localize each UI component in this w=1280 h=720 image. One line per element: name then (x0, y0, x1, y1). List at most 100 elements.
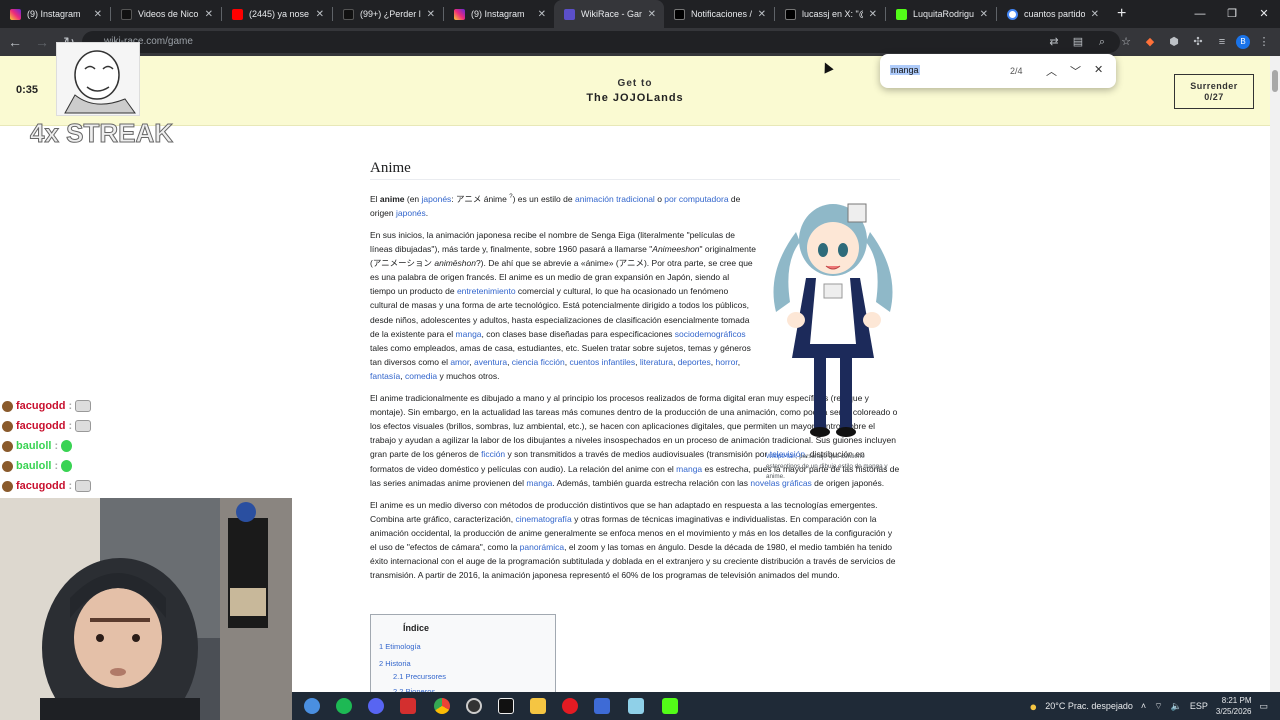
notification-icon[interactable]: ▭ (1259, 701, 1268, 712)
restore-button[interactable]: ❐ (1216, 0, 1248, 28)
link[interactable]: amor (450, 357, 469, 367)
extension-fox-icon[interactable]: ◆ (1140, 32, 1160, 52)
browser-tab[interactable]: (99+) ¿Perder la f✕ (333, 0, 443, 28)
language-indicator[interactable]: ESP (1190, 701, 1208, 711)
translate-icon[interactable]: ⇄ (1044, 32, 1064, 52)
toc-item[interactable]: 2 Historia (379, 659, 411, 668)
chat-avatar (2, 460, 13, 472)
app-icon[interactable] (498, 698, 514, 714)
close-window-button[interactable]: ✕ (1248, 0, 1280, 28)
browser-tab[interactable]: LuquitaRodrigue ✕ (886, 0, 996, 28)
app-icon[interactable] (628, 698, 644, 714)
link[interactable]: panorámica (520, 542, 564, 552)
link[interactable]: sociodemográficos (675, 329, 746, 339)
close-icon[interactable]: ✕ (758, 9, 766, 20)
system-clock[interactable]: 8:21 PM 3/25/2026 (1216, 695, 1252, 717)
browser-tab[interactable]: (2445) ya nose lo✕ (222, 0, 332, 28)
chat-avatar (2, 420, 13, 432)
paragraph: En sus inicios, la animación japonesa re… (370, 230, 756, 381)
link[interactable]: deportes (678, 357, 711, 367)
extension-icon[interactable]: ⬢ (1164, 32, 1184, 52)
page-icon[interactable]: ▤ (1068, 32, 1088, 52)
link[interactable]: Wikipe-tan (766, 453, 796, 460)
close-icon[interactable]: ✕ (538, 9, 546, 20)
link[interactable]: japonés (396, 208, 426, 218)
opera-icon[interactable] (562, 698, 578, 714)
toc-item[interactable]: 2.1 Precursores (393, 672, 446, 681)
back-button[interactable]: ← (3, 30, 27, 54)
scroll-thumb[interactable] (1272, 70, 1278, 92)
browser-tab-active[interactable]: WikiRace - Game✕ (554, 0, 664, 28)
obs-icon[interactable] (466, 698, 482, 714)
find-input[interactable]: manga (890, 65, 920, 75)
browser-tab[interactable]: (9) Instagram ✕ (0, 0, 110, 28)
link[interactable]: manga (526, 478, 552, 488)
chrome-icon[interactable] (434, 698, 450, 714)
bookmark-star-icon[interactable]: ☆ (1116, 32, 1136, 52)
voicemeeter-icon[interactable] (400, 698, 416, 714)
kick-icon[interactable] (662, 698, 678, 714)
toc-item[interactable]: 1 Etimología (379, 642, 421, 651)
browser-tab[interactable]: lucassj en X: "@l✕ (775, 0, 885, 28)
link[interactable]: fantasía (370, 371, 400, 381)
chat-avatar (2, 400, 13, 412)
surrender-button[interactable]: Surrender 0/27 (1174, 74, 1254, 109)
forward-button[interactable]: → (30, 30, 54, 54)
link[interactable]: ciencia ficción (512, 357, 565, 367)
find-next-icon[interactable]: ﹀ (1070, 63, 1081, 79)
volume-icon[interactable]: 🔈 (1171, 701, 1182, 712)
link[interactable]: entretenimiento (457, 286, 516, 296)
address-bar[interactable]: wiki-race.com/game (82, 31, 1120, 53)
link[interactable]: animación tradicional (575, 194, 655, 204)
copilot-icon[interactable] (304, 698, 320, 714)
close-icon[interactable]: ✕ (94, 9, 102, 20)
close-icon[interactable]: ✕ (648, 9, 656, 20)
weather-text[interactable]: 20°C Prac. despejado (1045, 701, 1133, 711)
link[interactable]: manga (676, 464, 702, 474)
close-icon[interactable]: ✕ (869, 9, 877, 20)
close-icon[interactable]: ✕ (980, 9, 988, 20)
minimize-button[interactable]: — (1184, 0, 1216, 28)
browser-tab[interactable]: (9) Instagram ✕ (444, 0, 554, 28)
browser-toolbar: ← → ↻ wiki-race.com/game ⇄ ▤ ⌕ ☆ ◆ ⬢ ✣ ≡… (0, 28, 1280, 56)
tray-chevron-icon[interactable]: ˄ (1141, 701, 1146, 711)
link[interactable]: cinematografía (516, 514, 572, 524)
new-tab-button[interactable]: + (1107, 5, 1136, 23)
link[interactable]: por computadora (664, 194, 728, 204)
file-explorer-icon[interactable] (530, 698, 546, 714)
menu-icon[interactable]: ⋮ (1254, 32, 1274, 52)
close-icon[interactable]: ✕ (427, 9, 435, 20)
find-previous-icon[interactable]: ︿ (1046, 63, 1057, 79)
discord-icon[interactable] (368, 698, 384, 714)
close-icon[interactable]: ✕ (205, 9, 213, 20)
link[interactable]: horror (716, 357, 738, 367)
profile-avatar[interactable]: B (1236, 35, 1250, 49)
find-close-icon[interactable]: ✕ (1094, 63, 1103, 76)
browser-tab[interactable]: cuantos partidos ✕ (997, 0, 1107, 28)
paragraph: El anime es un medio diverso con métodos… (370, 499, 896, 581)
link[interactable]: manga (456, 329, 482, 339)
link[interactable]: ficción (481, 449, 505, 459)
article-title: Anime (370, 160, 900, 180)
page-scrollbar[interactable] (1270, 56, 1280, 692)
link[interactable]: literatura (640, 357, 673, 367)
wikipe-tan-image[interactable] (766, 192, 900, 448)
app-icon[interactable] (594, 698, 610, 714)
chat-emote (75, 480, 92, 492)
spotify-icon[interactable] (336, 698, 352, 714)
link[interactable]: comedia (405, 371, 437, 381)
chat-message: facugodd: (2, 416, 122, 436)
media-icon[interactable]: ≡ (1212, 32, 1232, 52)
link[interactable]: japonés (422, 194, 452, 204)
chat-message: facugodd: (2, 396, 122, 416)
browser-tab[interactable]: Notificaciones / X✕ (664, 0, 774, 28)
close-icon[interactable]: ✕ (1091, 9, 1099, 20)
extensions-puzzle-icon[interactable]: ✣ (1188, 32, 1208, 52)
link[interactable]: cuentos infantiles (569, 357, 635, 367)
close-icon[interactable]: ✕ (316, 9, 324, 20)
zoom-icon[interactable]: ⌕ (1092, 32, 1112, 52)
network-icon[interactable]: ⌔ (1154, 701, 1162, 712)
kick-icon (896, 8, 907, 20)
browser-tab[interactable]: Videos de Nico (@✕ (111, 0, 221, 28)
link[interactable]: aventura (474, 357, 507, 367)
